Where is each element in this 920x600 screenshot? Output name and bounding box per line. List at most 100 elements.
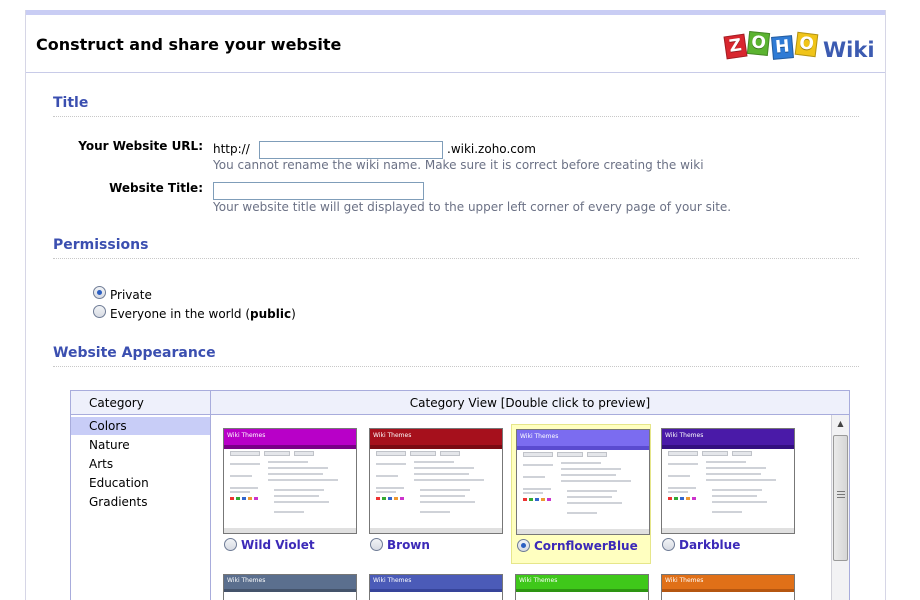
category-item-arts[interactable]: Arts [71, 455, 210, 473]
scroll-up-arrow-icon[interactable]: ▲ [832, 415, 849, 432]
thumb-button [294, 451, 314, 456]
thumb-text-line [706, 461, 746, 463]
thumb-text-line [268, 473, 323, 475]
thumb-text-line [706, 479, 776, 481]
thumb-text-line [274, 501, 329, 503]
thumb-mini-icon [382, 497, 386, 500]
thumb-title-bar: Wiki Themes [662, 429, 794, 445]
thumb-text-line [414, 467, 474, 469]
thumb-mini-icon [680, 497, 684, 500]
theme-thumbnail[interactable]: Wiki Themes [369, 574, 503, 600]
thumb-subbar [370, 445, 502, 449]
category-item-gradients[interactable]: Gradients [71, 493, 210, 511]
thumb-text-line [712, 501, 767, 503]
thumb-button [702, 451, 728, 456]
thumb-text-line [706, 473, 761, 475]
theme-thumbnail[interactable]: Wiki Themes [223, 428, 357, 534]
thumb-text-line [712, 511, 742, 513]
thumb-subbar [224, 445, 356, 449]
public-label-bold: public [250, 307, 292, 321]
theme-thumbnail[interactable]: Wiki Themes [223, 574, 357, 600]
thumb-text-line [230, 475, 252, 477]
thumb-title-text: Wiki Themes [665, 577, 704, 584]
scroll-thumb[interactable] [833, 435, 848, 561]
thumb-title-bar: Wiki Themes [224, 429, 356, 445]
public-label-suffix: ) [291, 307, 296, 321]
thumb-mini-icon [523, 498, 527, 501]
thumb-text-line [561, 480, 631, 482]
thumb-text-line [561, 462, 601, 464]
thumb-mini-icon [529, 498, 533, 501]
thumb-mini-icon [400, 497, 404, 500]
theme-radio[interactable] [370, 538, 383, 551]
thumb-text-line [567, 502, 622, 504]
private-label[interactable]: Private [110, 288, 152, 302]
thumb-text-line [414, 473, 469, 475]
page-title: Construct and share your website [36, 35, 342, 54]
theme-name[interactable]: Darkblue [679, 538, 740, 552]
thumb-text-line [523, 488, 551, 490]
thumb-footer [370, 528, 502, 533]
thumb-button [668, 451, 698, 456]
theme-card[interactable]: Wiki Themes Darkblue [657, 424, 797, 564]
theme-name[interactable]: Brown [387, 538, 430, 552]
thumb-title-bar: Wiki Themes [370, 575, 502, 589]
logo-letter-o2: O [794, 31, 819, 58]
thumb-mini-icon [388, 497, 392, 500]
category-item-nature[interactable]: Nature [71, 436, 210, 454]
private-radio[interactable] [93, 286, 106, 299]
thumb-title-text: Wiki Themes [520, 433, 559, 440]
category-header: Category [71, 391, 210, 415]
thumb-mini-icon [668, 497, 672, 500]
thumb-footer [517, 529, 649, 534]
theme-radio[interactable] [224, 538, 237, 551]
website-url-label: Your Website URL: [78, 139, 203, 153]
thumb-text-line [668, 463, 698, 465]
thumb-text-line [420, 511, 450, 513]
website-url-input[interactable] [259, 141, 443, 159]
category-view: Category View [Double click to preview] … [211, 391, 849, 600]
theme-card[interactable]: Wiki Themes Wild Violet [219, 424, 359, 564]
thumb-mini-icon [248, 497, 252, 500]
thumb-text-line [268, 467, 328, 469]
vertical-scrollbar[interactable]: ▲ [831, 415, 849, 600]
theme-radio[interactable] [517, 539, 530, 552]
category-item-education[interactable]: Education [71, 474, 210, 492]
thumb-title-bar: Wiki Themes [516, 575, 648, 589]
thumb-text-line [712, 495, 757, 497]
thumb-text-line [230, 491, 250, 493]
thumb-text-line [561, 474, 616, 476]
section-permissions-heading: Permissions [53, 237, 149, 253]
thumb-mini-icon [230, 497, 234, 500]
theme-thumbnail[interactable]: Wiki Themes [516, 429, 650, 535]
thumb-text-line [268, 479, 338, 481]
logo-letter-h: H [771, 35, 794, 60]
theme-card[interactable]: Wiki Themes Brown [365, 424, 505, 564]
public-radio[interactable] [93, 305, 106, 318]
thumb-title-text: Wiki Themes [373, 577, 412, 584]
theme-thumbnail[interactable]: Wiki Themes [515, 574, 649, 600]
logo-letter-o: O [746, 30, 771, 57]
thumb-text-line [561, 468, 621, 470]
thumb-title-text: Wiki Themes [665, 432, 704, 439]
theme-name[interactable]: CornflowerBlue [534, 539, 638, 553]
category-item-colors[interactable]: Colors [71, 417, 210, 435]
section-title-heading: Title [53, 95, 89, 111]
theme-thumbnail[interactable]: Wiki Themes [661, 574, 795, 600]
theme-thumbnail[interactable]: Wiki Themes [369, 428, 503, 534]
grip-line [837, 491, 845, 492]
thumb-title-text: Wiki Themes [227, 432, 266, 439]
theme-card[interactable]: Wiki Themes CornflowerBlue [511, 424, 651, 564]
theme-panel: Category Colors Nature Arts Education Gr… [70, 390, 850, 600]
theme-name[interactable]: Wild Violet [241, 538, 315, 552]
wizard-frame: Construct and share your website Z O H O… [25, 10, 886, 600]
website-title-input[interactable] [213, 182, 424, 200]
divider [53, 366, 859, 367]
theme-radio[interactable] [662, 538, 675, 551]
thumb-title-text: Wiki Themes [519, 577, 558, 584]
theme-thumbnail[interactable]: Wiki Themes [661, 428, 795, 534]
thumb-text-line [668, 491, 688, 493]
public-label[interactable]: Everyone in the world (public) [110, 307, 296, 321]
logo-wiki-word: Wiki [823, 38, 875, 62]
thumb-footer [224, 528, 356, 533]
